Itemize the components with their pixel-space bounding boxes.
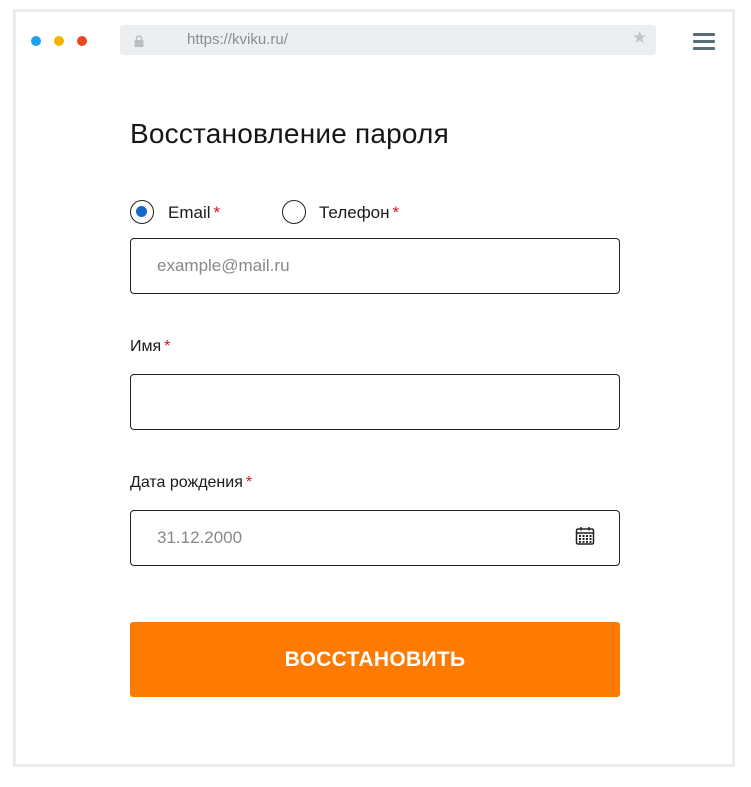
hamburger-menu-icon[interactable]	[693, 33, 715, 50]
bookmark-star-icon[interactable]: ★	[632, 28, 647, 48]
window-dot-yellow[interactable]	[54, 36, 64, 46]
window-dot-blue[interactable]	[31, 36, 41, 46]
radio-selected-indicator	[136, 206, 147, 217]
radio-phone[interactable]	[282, 200, 306, 224]
email-placeholder: example@mail.ru	[157, 256, 290, 275]
birthdate-field[interactable]: 31.12.2000	[130, 510, 620, 566]
lock-icon	[134, 35, 144, 47]
required-asterisk: *	[164, 338, 171, 355]
name-field[interactable]	[130, 374, 620, 430]
required-asterisk: *	[245, 474, 253, 491]
radio-email[interactable]	[130, 200, 154, 224]
birthdate-placeholder: 31.12.2000	[157, 528, 243, 547]
birthdate-label: Дата рождения *	[130, 474, 253, 491]
radio-phone-label[interactable]: Телефон *	[319, 203, 399, 223]
radio-email-label[interactable]: Email *	[168, 203, 220, 223]
window-dot-red[interactable]	[77, 36, 87, 46]
calendar-icon[interactable]	[575, 526, 595, 546]
name-label: Имя *	[130, 338, 171, 355]
page-title: Восстановление пароля	[130, 118, 449, 149]
required-asterisk: *	[392, 203, 400, 222]
email-field[interactable]: example@mail.ru	[130, 238, 620, 294]
required-asterisk: *	[213, 203, 221, 222]
address-url[interactable]: https://kviku.ru/	[187, 31, 288, 48]
restore-button[interactable]: ВОССТАНОВИТЬ	[130, 622, 620, 697]
